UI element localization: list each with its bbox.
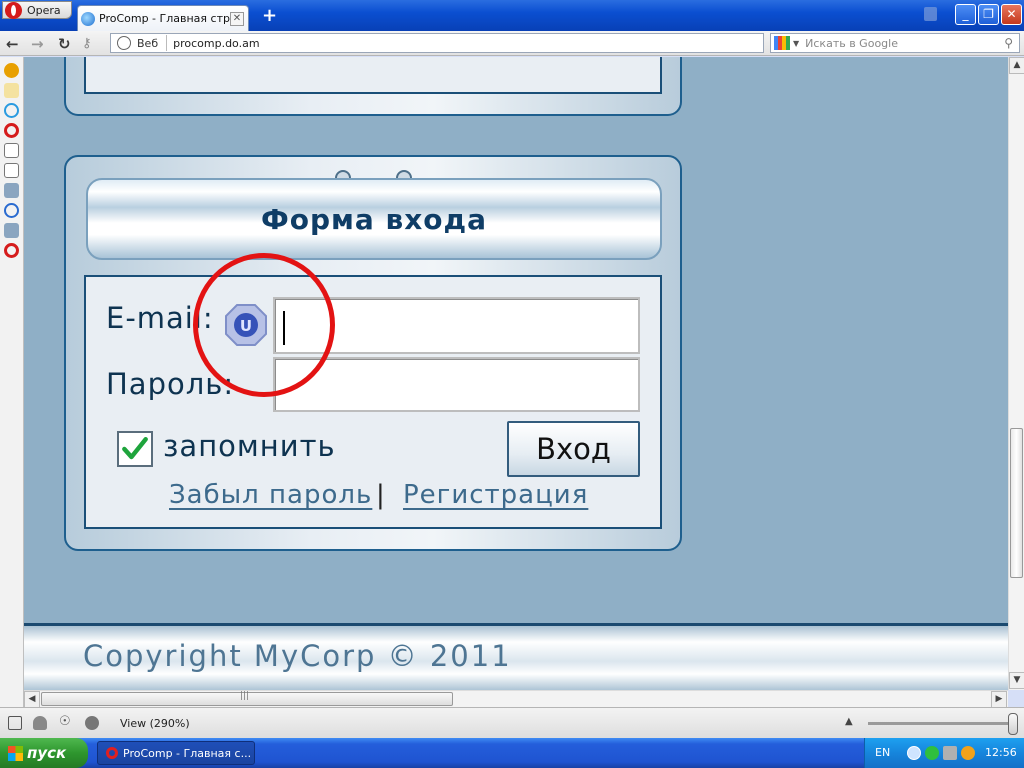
- zoom-slider-knob[interactable]: [1008, 713, 1018, 735]
- login-form-title: Форма входа: [260, 202, 488, 236]
- highlight-circle: [193, 253, 335, 397]
- key-icon[interactable]: ⚷: [82, 36, 92, 51]
- links-separator: |: [376, 480, 385, 510]
- forgot-password-link[interactable]: Забыл пароль: [169, 480, 372, 510]
- address-toolbar: ← → ↻ ⚷ Веб procomp.do.am ▼ Искать в Goo…: [0, 31, 1024, 56]
- share-icon[interactable]: ☉: [59, 715, 73, 730]
- language-indicator[interactable]: EN: [875, 746, 890, 759]
- copyright-text: Copyright MyCorp © 2011: [83, 639, 512, 673]
- tab-close-button[interactable]: ✕: [230, 12, 244, 26]
- bookmarks-panel-icon[interactable]: [4, 83, 19, 98]
- page-viewport: Форма входа E-mail: U Пароль: запомнить …: [24, 57, 1008, 690]
- opera-panel-icon-2[interactable]: [4, 243, 19, 258]
- search-field[interactable]: ▼ Искать в Google ⚲: [770, 33, 1020, 53]
- tray-app-icon[interactable]: [961, 746, 975, 760]
- address-field[interactable]: Веб procomp.do.am: [110, 33, 764, 53]
- password-input[interactable]: [273, 357, 640, 412]
- page-footer: Copyright MyCorp © 2011: [24, 623, 1008, 690]
- scroll-right-icon[interactable]: ▶: [991, 691, 1007, 708]
- system-tray: EN 12:56: [864, 738, 1024, 768]
- login-form-header: Форма входа: [86, 178, 662, 260]
- opera-logo-icon: [5, 1, 22, 19]
- search-icon[interactable]: ⚲: [1004, 36, 1013, 50]
- scroll-down-icon[interactable]: ▼: [1009, 672, 1024, 689]
- zoom-level-text[interactable]: View (290%): [120, 717, 190, 730]
- horizontal-scroll-thumb[interactable]: [41, 691, 453, 706]
- windows-logo-icon: [8, 745, 23, 761]
- amazon-panel-icon[interactable]: [4, 163, 19, 178]
- scroll-left-icon[interactable]: ◀: [24, 691, 40, 708]
- opera-menu-label: Opera: [27, 3, 61, 17]
- scroll-up-icon[interactable]: ▲: [1009, 57, 1024, 74]
- login-button[interactable]: Вход: [507, 421, 640, 477]
- forward-arrow-icon[interactable]: →: [31, 35, 44, 53]
- tab-procomp[interactable]: ProComp - Главная стр... ✕: [77, 5, 249, 31]
- trash-icon[interactable]: [924, 7, 937, 21]
- vertical-scroll-thumb[interactable]: [1010, 428, 1023, 578]
- search-panel-icon[interactable]: [4, 143, 19, 158]
- windows-taskbar: пуск ProComp - Главная с... EN 12:56: [0, 738, 1024, 768]
- checkmark-icon: [122, 437, 148, 460]
- taskbar-item-label: ProComp - Главная с...: [123, 746, 252, 760]
- google-icon[interactable]: [774, 36, 790, 50]
- ie-favicon-icon: [81, 11, 95, 26]
- tray-back-icon[interactable]: [907, 746, 921, 760]
- browser-title-bar: Opera ProComp - Главная стр... ✕ + _ ❐ ✕: [0, 0, 1024, 31]
- new-tab-button[interactable]: +: [262, 5, 277, 26]
- panel-toggle-icon[interactable]: [8, 716, 22, 730]
- start-label: пуск: [27, 744, 67, 762]
- zoom-slider-track[interactable]: [868, 722, 1016, 725]
- url-text[interactable]: procomp.do.am: [173, 37, 259, 50]
- start-button[interactable]: пуск: [0, 738, 88, 768]
- close-window-button[interactable]: ✕: [1001, 4, 1022, 25]
- remember-label[interactable]: запомнить: [163, 429, 336, 463]
- upper-panel: [64, 57, 682, 116]
- tray-device-icon[interactable]: [943, 746, 957, 760]
- remember-checkbox[interactable]: [117, 431, 153, 467]
- taskbar-item-opera[interactable]: ProComp - Главная с...: [97, 741, 255, 765]
- network-icon[interactable]: [925, 746, 939, 760]
- vertical-scrollbar[interactable]: ▲ ▼: [1008, 57, 1024, 690]
- horizontal-scrollbar[interactable]: ◀ ▶: [24, 690, 1008, 708]
- restore-button[interactable]: ❐: [978, 4, 999, 25]
- web-label: Веб: [137, 36, 159, 50]
- search-placeholder: Искать в Google: [805, 36, 898, 50]
- register-link[interactable]: Регистрация: [403, 480, 588, 510]
- upper-panel-inner: [84, 57, 662, 94]
- opera-menu-button[interactable]: Opera: [2, 1, 72, 19]
- chevron-down-icon[interactable]: ▼: [793, 39, 799, 48]
- status-bar: ☉ View (290%) ▲: [0, 707, 1024, 738]
- side-panel-bar: [0, 57, 24, 709]
- minimize-button[interactable]: _: [955, 4, 976, 25]
- address-divider: [166, 35, 168, 51]
- at-panel-icon[interactable]: [4, 203, 19, 218]
- chevron-up-icon[interactable]: ▲: [845, 716, 853, 727]
- star-panel-icon-2[interactable]: [4, 223, 19, 238]
- back-arrow-icon[interactable]: ←: [6, 35, 19, 53]
- history-panel-icon[interactable]: [4, 103, 19, 118]
- speed-dial-icon[interactable]: [85, 716, 99, 730]
- reload-icon[interactable]: ↻: [58, 35, 71, 53]
- opera-panel-icon[interactable]: [4, 123, 19, 138]
- tab-title: ProComp - Главная стр...: [99, 12, 241, 25]
- globe-icon: [117, 36, 131, 50]
- clock[interactable]: 12:56: [985, 746, 1017, 759]
- star-panel-icon[interactable]: [4, 183, 19, 198]
- mail-panel-icon[interactable]: [4, 63, 19, 78]
- opera-task-icon: [106, 747, 118, 759]
- cloud-icon[interactable]: [33, 716, 47, 730]
